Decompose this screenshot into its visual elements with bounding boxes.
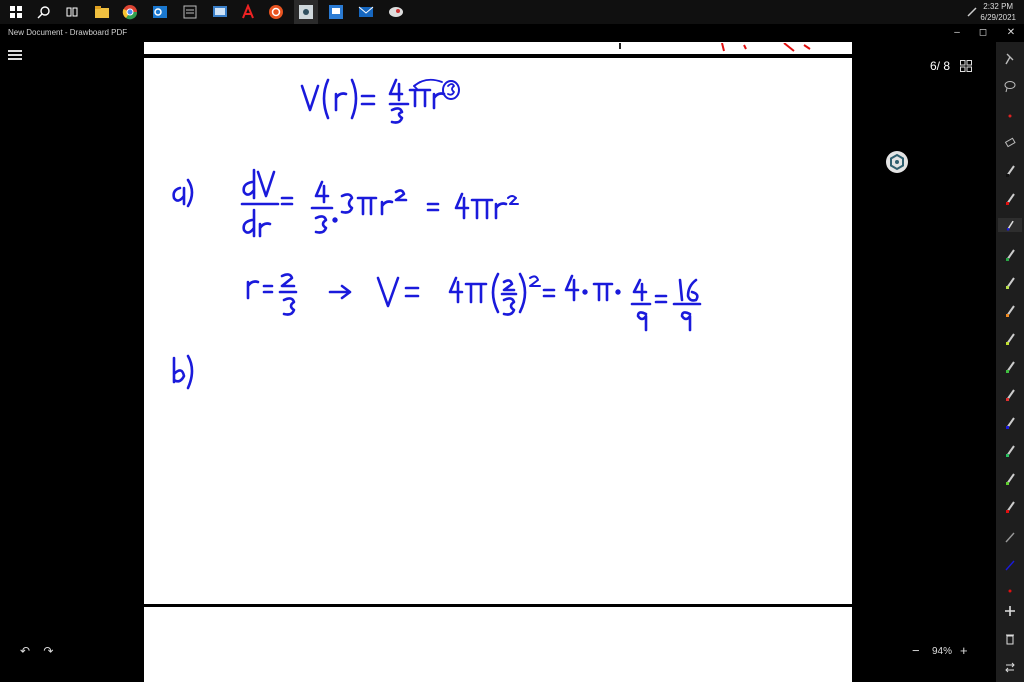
- page-separator: [144, 54, 852, 57]
- trash-icon[interactable]: [1004, 632, 1016, 646]
- app-icon[interactable]: [328, 4, 344, 20]
- zoom-level[interactable]: 94%: [932, 646, 952, 657]
- zoom-out-button[interactable]: −: [912, 643, 920, 658]
- zoom-in-button[interactable]: +: [960, 643, 968, 658]
- ruler-icon[interactable]: [1004, 108, 1016, 122]
- app-icon[interactable]: [388, 4, 404, 20]
- task-view-icon[interactable]: [64, 4, 80, 20]
- zoom-control: − 94% +: [906, 642, 976, 662]
- app-icon[interactable]: [182, 4, 198, 20]
- next-page[interactable]: [144, 607, 852, 682]
- highlighter-icon[interactable]: [1004, 276, 1016, 290]
- part-a-label: [172, 178, 194, 208]
- part-b-label: [172, 354, 194, 390]
- system-clock[interactable]: 2:32 PM 6/29/2021: [980, 1, 1016, 23]
- pin-icon[interactable]: [1004, 52, 1016, 66]
- window-title: New Document - Drawboard PDF: [8, 28, 128, 37]
- ubuntu-icon[interactable]: [268, 4, 284, 20]
- pen-icon[interactable]: [1004, 248, 1016, 262]
- handwriting-canvas: [172, 78, 702, 390]
- add-tool-icon[interactable]: [1004, 604, 1016, 618]
- undo-icon[interactable]: ↶: [20, 644, 30, 658]
- file-explorer-icon[interactable]: [94, 4, 110, 20]
- hamburger-icon[interactable]: [6, 48, 24, 62]
- drawboard-icon[interactable]: [298, 4, 314, 20]
- redo-icon[interactable]: ↷: [43, 644, 53, 658]
- page-indicator[interactable]: 6/ 8: [930, 59, 950, 73]
- previous-page: [144, 42, 852, 54]
- windows-start-icon[interactable]: [8, 4, 24, 20]
- swap-icon[interactable]: [1004, 660, 1016, 674]
- lasso-icon[interactable]: [1004, 80, 1016, 94]
- close-button[interactable]: ✕: [1004, 26, 1018, 40]
- current-page[interactable]: [144, 58, 852, 604]
- eraser-icon[interactable]: [1004, 136, 1016, 150]
- highlighter-icon[interactable]: [1004, 360, 1016, 374]
- derivative-equation: [240, 168, 519, 238]
- history-controls: ↶ ↷: [20, 644, 53, 658]
- pen-icon[interactable]: [1004, 472, 1016, 486]
- line-tool-icon[interactable]: [1004, 530, 1016, 544]
- pen-icon[interactable]: [1004, 192, 1016, 206]
- pen-icon[interactable]: [1004, 164, 1016, 178]
- chrome-icon[interactable]: [122, 4, 138, 20]
- highlighter-icon[interactable]: [1004, 332, 1016, 346]
- highlighter-icon[interactable]: [1004, 388, 1016, 402]
- pen-icon[interactable]: [1004, 444, 1016, 458]
- annotation-toolbar: [996, 42, 1024, 682]
- substitution-equation: [246, 272, 702, 332]
- taskbar: 2:32 PM 6/29/2021: [0, 0, 1024, 24]
- acrobat-icon[interactable]: [240, 4, 256, 20]
- pen-icon[interactable]: [1004, 416, 1016, 430]
- shape-tool-icon[interactable]: [1004, 558, 1016, 572]
- extension-button[interactable]: [886, 151, 908, 173]
- restore-button[interactable]: ◻: [976, 26, 990, 40]
- grid-view-icon[interactable]: [960, 60, 972, 72]
- highlighter-icon[interactable]: [1004, 304, 1016, 318]
- pen-icon[interactable]: [1004, 500, 1016, 514]
- pen-icon[interactable]: [998, 218, 1022, 232]
- pen-tray-icon[interactable]: [966, 6, 978, 18]
- clock-time: 2:32 PM: [983, 2, 1014, 11]
- volume-formula: [300, 78, 460, 124]
- window-title-bar: New Document - Drawboard PDF – ◻ ✕: [0, 24, 1024, 42]
- hexagon-icon: [890, 153, 904, 171]
- color-dot-icon[interactable]: [1004, 584, 1016, 598]
- mail-icon[interactable]: [358, 4, 374, 20]
- minimize-button[interactable]: –: [950, 26, 964, 40]
- clock-date: 6/29/2021: [980, 13, 1016, 22]
- search-icon[interactable]: [36, 4, 52, 20]
- app-icon[interactable]: [212, 4, 228, 20]
- outlook-icon[interactable]: [152, 4, 168, 20]
